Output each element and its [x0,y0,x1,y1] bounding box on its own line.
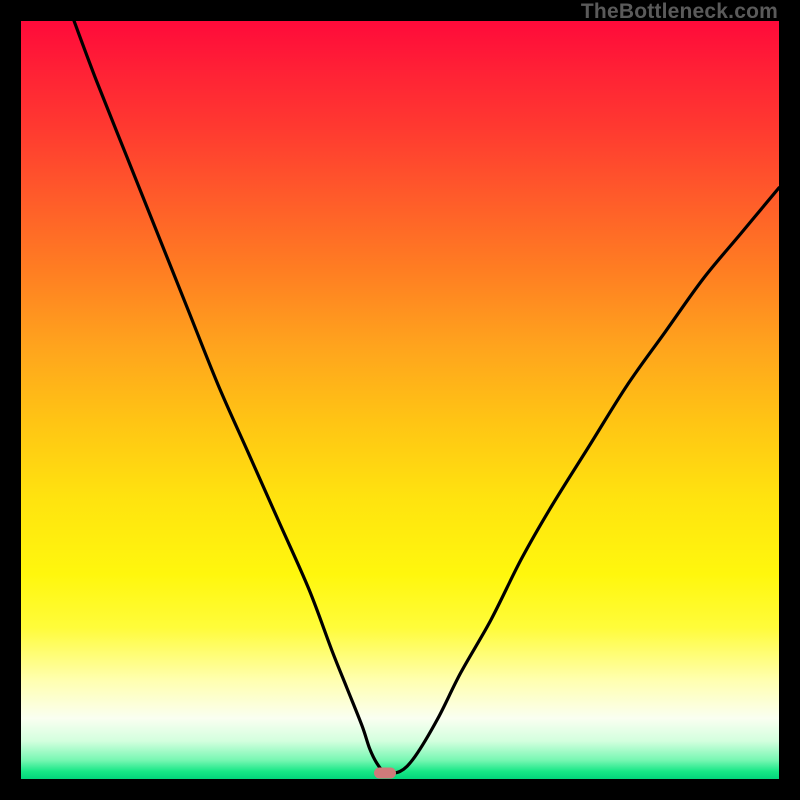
optimum-marker [374,767,396,778]
plot-area [21,21,779,779]
chart-frame: TheBottleneck.com [0,0,800,800]
watermark-text: TheBottleneck.com [581,0,778,24]
bottleneck-curve [21,21,779,779]
